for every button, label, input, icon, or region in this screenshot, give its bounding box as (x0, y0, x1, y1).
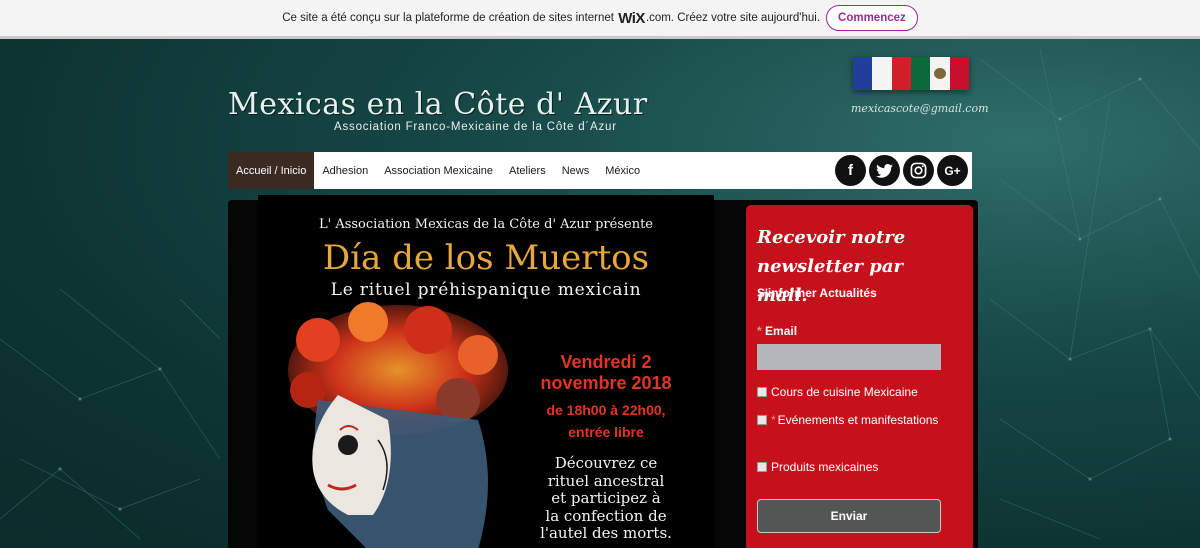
poster-desc-line: Découvrez ce (554, 454, 658, 472)
nav-item-mexico[interactable]: México (597, 152, 648, 189)
option-cuisine-label: Cours de cuisine Mexicaine (771, 385, 918, 399)
checkbox-produits[interactable] (757, 462, 767, 472)
social-bar: f G+ (835, 155, 968, 186)
wix-promo-banner: Ce site a été conçu sur la plateforme de… (0, 0, 1200, 39)
option-produits-label: Produits mexicaines (771, 460, 879, 474)
wix-banner-text: Ce site a été conçu sur la plateforme de… (282, 12, 614, 24)
email-field[interactable] (757, 344, 941, 370)
poster-presenter: L' Association Mexicas de la Côte d' Azu… (318, 217, 653, 232)
mexico-eagle-emblem (934, 68, 946, 79)
poster-desc-line: la confection de (545, 506, 667, 525)
poster-time-line2: entrée libre (568, 424, 644, 440)
option-evenements-text: * Evénements et manifestations (771, 411, 938, 429)
newsletter-title-line1: Recevoir notre (757, 227, 906, 248)
newsletter-form: Recevoir notre newsletter par mail. S'in… (746, 205, 973, 548)
option-evenements[interactable]: * Evénements et manifestations (757, 411, 947, 429)
contact-email[interactable]: mexicascote@gmail.com (851, 102, 989, 115)
nav-item-accueil[interactable]: Accueil / Inicio (228, 152, 315, 189)
checkbox-cuisine[interactable] (757, 387, 767, 397)
nav-item-adhesion[interactable]: Adhesion (314, 152, 376, 189)
poster-desc-line: et participez à (551, 489, 661, 507)
site-subtitle: Association Franco-Mexicaine de la Côte … (334, 121, 617, 133)
option-cuisine[interactable]: Cours de cuisine Mexicaine (757, 383, 947, 401)
required-mark: * (771, 413, 776, 427)
facebook-icon[interactable]: f (835, 155, 866, 186)
nav-item-association-mexicaine[interactable]: Association Mexicaine (376, 152, 501, 189)
flags-image (853, 57, 969, 90)
commencez-button[interactable]: Commencez (826, 5, 918, 31)
main-navigation: Accueil / Inicio Adhesion Association Me… (228, 152, 972, 189)
instagram-icon[interactable] (903, 155, 934, 186)
option-evenements-label: Evénements et manifestations (777, 413, 939, 427)
checkbox-evenements[interactable] (757, 415, 767, 425)
poster-desc-line: rituel ancestral (547, 471, 665, 490)
poster-date: Vendredi 2 novembre 2018 (526, 352, 686, 394)
poster-time-line1: de 18h00 à 22h00, (546, 402, 666, 418)
catrina-illustration (288, 302, 508, 548)
email-label: * Email (757, 324, 797, 338)
twitter-icon[interactable] (869, 155, 900, 186)
event-poster[interactable]: L' Association Mexicas de la Côte d' Azu… (258, 195, 714, 548)
poster-date-line2: novembre 2018 (540, 373, 672, 393)
nav-item-news[interactable]: News (554, 152, 598, 189)
wix-banner-text-2: .com. Créez votre site aujourd'hui. (645, 12, 821, 24)
google-plus-icon[interactable]: G+ (937, 155, 968, 186)
mexico-flag-icon (911, 57, 969, 90)
twitter-bird-glyph (876, 163, 893, 178)
email-label-text: Email (765, 324, 798, 338)
nav-item-ateliers[interactable]: Ateliers (501, 152, 554, 189)
newsletter-subtitle: S'informer Actualités (757, 286, 877, 300)
site-title[interactable]: Mexicas en la Côte d' Azur (228, 87, 648, 122)
enviar-button[interactable]: Enviar (757, 499, 941, 533)
newsletter-title-line2: newsletter par mail. (757, 256, 904, 306)
poster-date-line1: Vendredi 2 (560, 352, 652, 372)
option-produits[interactable]: Produits mexicaines (757, 458, 947, 476)
required-mark: * (757, 324, 762, 338)
poster-title: Día de los Muertos (322, 238, 650, 278)
france-flag-icon (853, 57, 911, 90)
instagram-camera-glyph (910, 162, 927, 179)
poster-time: de 18h00 à 22h00, entrée libre (526, 399, 686, 443)
poster-description: Découvrez ce rituel ancestral et partici… (523, 454, 689, 543)
wix-logo[interactable]: WiX (618, 10, 645, 27)
poster-desc-line: l'autel des morts. (540, 524, 672, 542)
poster-subtitle: Le rituel préhispanique mexicain (330, 280, 642, 300)
